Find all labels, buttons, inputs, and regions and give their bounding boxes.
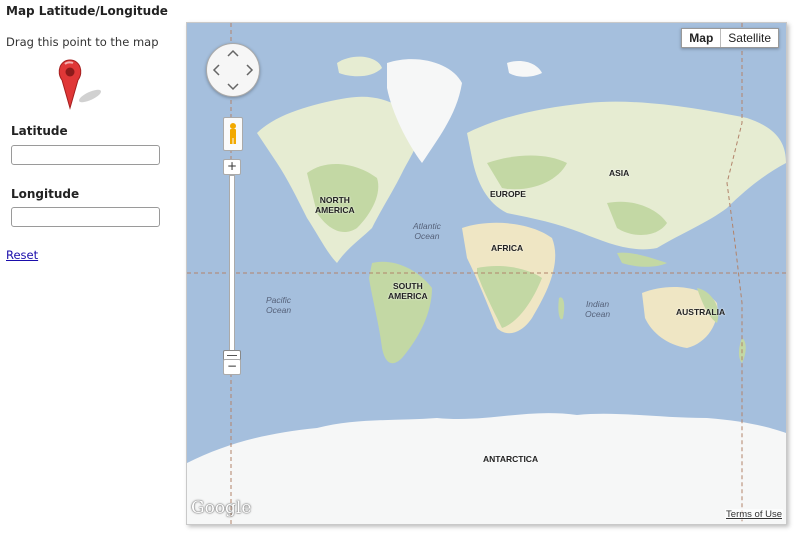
label-north-america: NORTH AMERICA [315, 195, 355, 215]
page-title: Map Latitude/Longitude [6, 4, 168, 18]
pan-left-icon [212, 64, 220, 76]
latitude-label: Latitude [11, 124, 68, 138]
zoom-in-button[interactable]: + [223, 159, 241, 175]
pan-right-icon [246, 64, 254, 76]
map-type-satellite-button[interactable]: Satellite [721, 29, 778, 47]
drag-instruction: Drag this point to the map [6, 35, 159, 49]
zoom-control: + − [223, 159, 241, 375]
label-antarctica: ANTARCTICA [483, 454, 539, 464]
map-marker-icon[interactable] [58, 58, 108, 114]
label-atlantic-ocean: Atlantic Ocean [413, 221, 441, 241]
label-australia: AUSTRALIA [676, 307, 726, 317]
zoom-out-button[interactable]: − [223, 359, 241, 375]
pan-up-icon [227, 49, 239, 57]
street-view-pegman-icon[interactable] [223, 117, 243, 151]
zoom-slider-track[interactable] [223, 175, 241, 361]
terms-of-use-link[interactable]: Terms of Use [725, 509, 783, 520]
map-type-map-button[interactable]: Map [682, 29, 722, 47]
map-type-control: Map Satellite [681, 28, 779, 48]
longitude-label: Longitude [11, 187, 80, 201]
reset-link[interactable]: Reset [6, 248, 38, 262]
label-europe: EUROPE [490, 189, 526, 199]
label-africa: AFRICA [491, 243, 524, 253]
label-asia: ASIA [609, 168, 630, 178]
label-south-america: SOUTH AMERICA [388, 281, 428, 301]
label-pacific-ocean: Pacific Ocean [266, 295, 292, 315]
label-indian-ocean: Indian Ocean [585, 299, 611, 319]
world-map[interactable]: NORTH AMERICA EUROPE ASIA AFRICA SOUTH AME… [186, 22, 787, 525]
google-logo: Google [191, 498, 252, 518]
pan-down-icon [227, 83, 239, 91]
longitude-field[interactable] [11, 207, 160, 227]
map-tiles [187, 23, 786, 524]
pan-control[interactable] [206, 43, 260, 97]
latitude-field[interactable] [11, 145, 160, 165]
